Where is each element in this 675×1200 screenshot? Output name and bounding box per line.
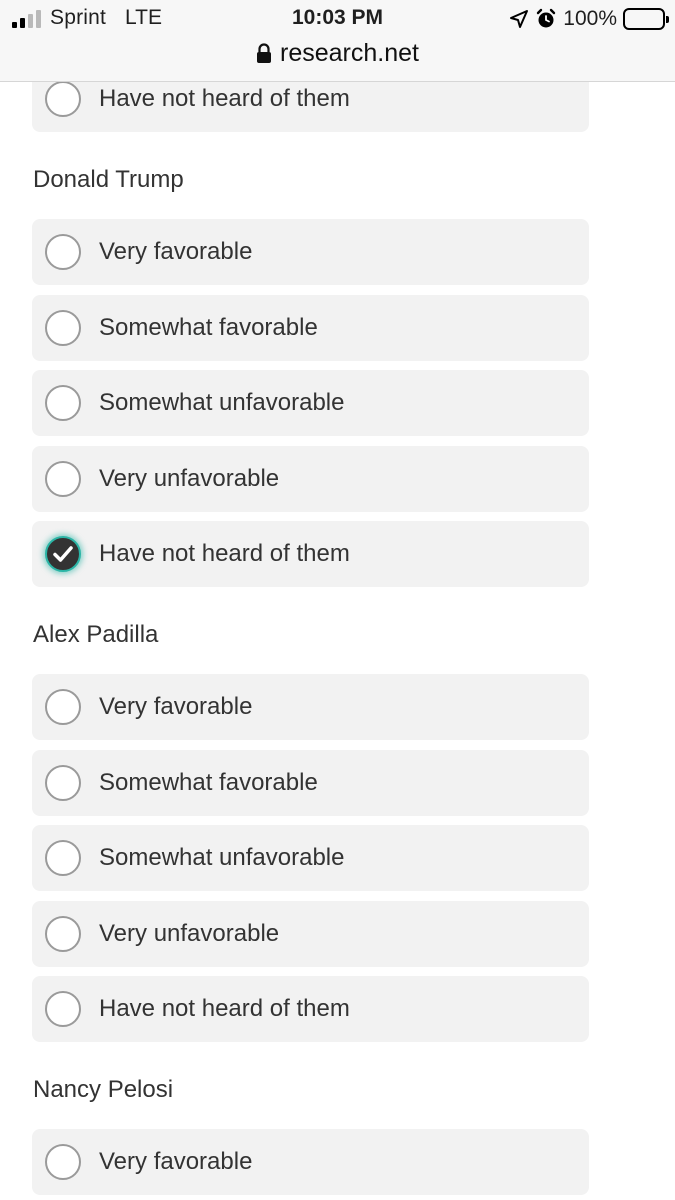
option-somewhat-favorable[interactable]: Somewhat favorable — [32, 750, 589, 816]
option-somewhat-unfavorable[interactable]: Somewhat unfavorable — [32, 825, 589, 891]
option-label: Very favorable — [99, 238, 253, 265]
radio-button[interactable] — [45, 689, 81, 725]
option-somewhat-favorable[interactable]: Somewhat favorable — [32, 295, 589, 361]
option-label: Very favorable — [99, 693, 253, 720]
option-very-unfavorable[interactable]: Very unfavorable — [32, 446, 589, 512]
url-text: research.net — [280, 38, 419, 67]
option-very-favorable[interactable]: Very favorable — [32, 1129, 589, 1195]
lock-icon — [257, 42, 272, 63]
radio-button[interactable] — [45, 1144, 81, 1180]
radio-button[interactable] — [45, 81, 81, 117]
checkmark-icon — [53, 546, 73, 562]
option-label: Somewhat unfavorable — [99, 844, 345, 871]
location-arrow-icon — [510, 10, 529, 28]
option-label: Have not heard of them — [99, 540, 350, 567]
alarm-clock-icon — [537, 8, 556, 28]
option-very-favorable[interactable]: Very favorable — [32, 219, 589, 285]
option-very-unfavorable[interactable]: Very unfavorable — [32, 901, 589, 967]
browser-top-bar: Sprint LTE 10:03 PM 100% research.net — [0, 0, 675, 82]
option-label: Somewhat favorable — [99, 314, 318, 341]
radio-button[interactable] — [45, 765, 81, 801]
radio-button-checked[interactable] — [45, 536, 81, 572]
battery-icon — [623, 8, 669, 30]
option-label: Have not heard of them — [99, 995, 350, 1022]
survey-page: Have not heard of them Donald Trump Very… — [0, 0, 675, 1200]
option-label: Very favorable — [99, 1148, 253, 1175]
radio-button[interactable] — [45, 461, 81, 497]
radio-button[interactable] — [45, 840, 81, 876]
battery-percent: 100% — [563, 7, 617, 30]
status-bar: Sprint LTE 10:03 PM 100% — [0, 0, 675, 38]
question-title: Donald Trump — [33, 166, 184, 193]
radio-button[interactable] — [45, 310, 81, 346]
question-title: Nancy Pelosi — [33, 1076, 174, 1103]
option-somewhat-unfavorable[interactable]: Somewhat unfavorable — [32, 370, 589, 436]
address-bar[interactable]: research.net — [0, 38, 675, 68]
option-have-not-heard[interactable]: Have not heard of them — [32, 976, 589, 1042]
option-label: Very unfavorable — [99, 920, 280, 947]
option-label: Very unfavorable — [99, 465, 280, 492]
option-label: Somewhat favorable — [99, 769, 318, 796]
status-right: 100% — [509, 6, 669, 32]
option-have-not-heard[interactable]: Have not heard of them — [32, 521, 589, 587]
option-label: Somewhat unfavorable — [99, 389, 345, 416]
question-title: Alex Padilla — [33, 621, 159, 648]
radio-button[interactable] — [45, 991, 81, 1027]
radio-button[interactable] — [45, 385, 81, 421]
radio-button[interactable] — [45, 234, 81, 270]
radio-button[interactable] — [45, 916, 81, 952]
option-very-favorable[interactable]: Very favorable — [32, 674, 589, 740]
